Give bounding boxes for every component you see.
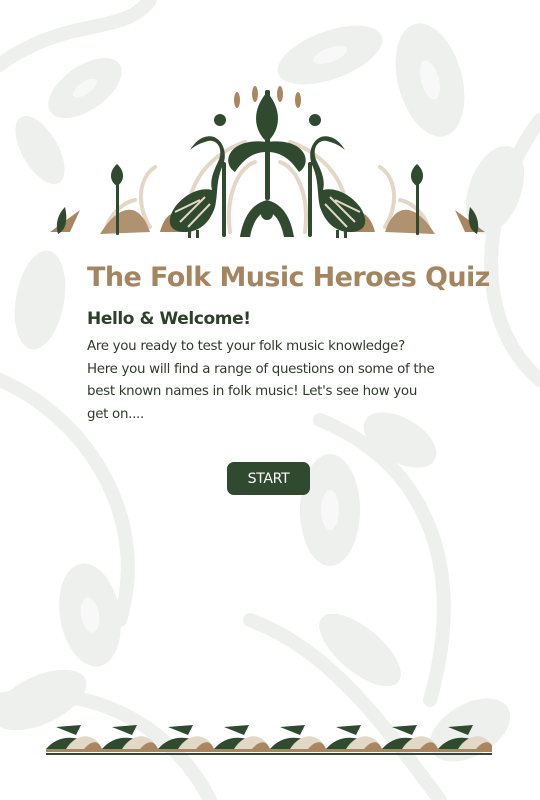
greeting-heading: Hello & Welcome!	[87, 309, 251, 329]
quiz-page: The Folk Music Heroes Quiz Hello & Welco…	[0, 0, 540, 800]
start-button[interactable]: START	[227, 462, 310, 495]
quiz-title: The Folk Music Heroes Quiz	[87, 262, 490, 293]
folk-birds-flowers-ornament-icon	[50, 86, 485, 238]
intro-text: Are you ready to test your folk music kn…	[87, 339, 435, 422]
folk-leaf-border-icon	[46, 725, 492, 755]
welcome-section: The Folk Music Heroes Quiz Hello & Welco…	[87, 262, 490, 426]
